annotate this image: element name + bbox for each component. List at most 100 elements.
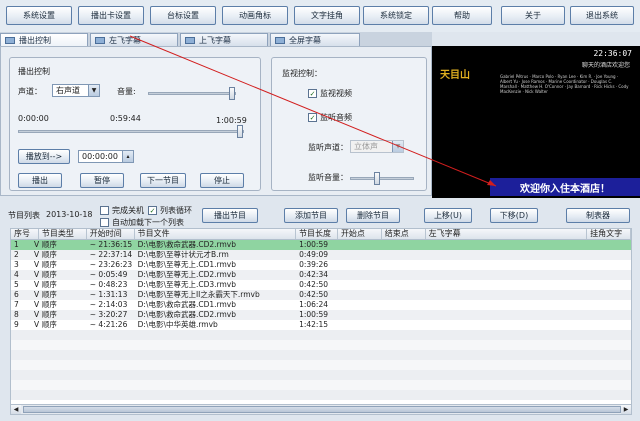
col-start-time[interactable]: 开始时间 [87,229,135,239]
table-row[interactable] [11,350,631,360]
table-cell: 顺序 [41,280,57,289]
checkmark-icon: ✓ [308,89,317,98]
play-button[interactable]: 播出 [18,173,62,188]
col-start-point[interactable]: 开始点 [338,229,382,239]
table-cell [426,310,587,320]
volume-thumb[interactable] [229,87,235,100]
table-row[interactable]: 6 V 顺序 ~ 1:31:13 D:\电影\至尊无上II之永霸天下.rmvb 0:42:… [11,290,631,300]
card-settings-button[interactable]: 播出卡设置 [78,6,144,25]
progress-slider[interactable] [18,130,244,133]
animated-corner-button[interactable]: 动画角标 [222,6,288,25]
scroll-right-icon[interactable]: ▶ [621,405,631,414]
tab-playback-control[interactable]: 播出控制 [0,33,88,46]
col-end-point[interactable]: 结束点 [382,229,426,239]
channel-label: 声道： [18,87,42,96]
table-cell [426,270,587,280]
table-row[interactable]: 4 V 顺序 ~ 0:05:49 D:\电影\至尊无上.CD2.rmvb 0:42:34 [11,270,631,280]
preview-welcome-banner: 欢迎你入住本酒店！ [490,178,640,196]
checkmark-icon: ✓ [308,113,317,122]
broadcast-program-button[interactable]: 播出节目 [202,208,258,223]
table-cell [587,290,631,300]
add-program-button[interactable]: 添加节目 [284,208,338,223]
table-row[interactable] [11,390,631,400]
exit-button[interactable]: 退出系统 [570,6,634,25]
table-cell [382,240,426,250]
col-file[interactable]: 节目文件 [135,229,297,239]
col-corner-text[interactable]: 挂角文字 [587,229,631,239]
table-row[interactable] [11,380,631,390]
autoload-next-list-checkbox[interactable]: 自动加载下一个列表 [100,217,184,228]
table-row[interactable]: 8 V 顺序 ~ 3:20:27 D:\电影\救命武器.CD2.rmvb 1:00:59 [11,310,631,320]
table-row[interactable] [11,360,631,370]
table-row[interactable]: 7 V 顺序 ~ 2:14:03 D:\电影\救命武器.CD1.rmvb 1:06:24 [11,300,631,310]
table-cell: V [33,250,39,259]
table-cell: 0:49:09 [299,250,328,259]
monitor-volume-thumb[interactable] [374,172,380,185]
progress-thumb[interactable] [237,125,243,138]
table-cell: D:\电影\至尊无上.CD1.rmvb [137,260,236,269]
move-down-button[interactable]: 下移(D) [490,208,538,223]
program-list-label: 节目列表 [8,211,40,220]
monitor-volume-slider[interactable] [350,177,414,180]
col-index[interactable]: 序号 [11,229,39,239]
table-cell [338,240,382,250]
help-button[interactable]: 帮助 [432,6,492,25]
table-cell [587,300,631,310]
play-at-time-input[interactable]: 00:00:00 ▴ [78,150,134,163]
program-list-header: 序号 节目类型 开始时间 节目文件 节目长度 开始点 结束点 左飞字幕 挂角文字 [10,228,632,240]
col-left-subtitle[interactable]: 左飞字幕 [426,229,588,239]
pause-button[interactable]: 暂停 [80,173,124,188]
table-cell [338,270,382,280]
volume-slider[interactable] [148,92,236,95]
table-row[interactable]: 5 V 顺序 ~ 0:48:23 D:\电影\至尊无上.CD3.rmvb 0:42:50 [11,280,631,290]
stop-button[interactable]: 停止 [200,173,244,188]
monitor-video-checkbox[interactable]: ✓ 监视视频 [308,88,352,99]
table-cell: V [33,240,39,249]
table-row[interactable] [11,370,631,380]
table-row[interactable]: 9 V 顺序 ~ 4:21:26 D:\电影\中华英雄.rmvb 1:42:15 [11,320,631,330]
table-cell: V [33,260,39,269]
table-cell: 顺序 [41,310,57,319]
system-lock-button[interactable]: 系统锁定 [363,6,429,25]
monitor-audio-checkbox[interactable]: ✓ 监听音频 [308,112,352,123]
logo-settings-button[interactable]: 台标设置 [150,6,216,25]
tab-fullscreen-subtitle[interactable]: 全屏字幕 [270,33,360,46]
play-at-button[interactable]: 播放到--> [18,149,70,164]
table-cell: 顺序 [41,300,57,309]
monitor-channel-select[interactable]: 立体声 ▼ [350,140,404,153]
table-cell: 6 [14,290,19,299]
table-row[interactable]: 1 V 顺序 ~ 21:36:15 D:\电影\救命武器.CD2.rmvb 1:00:59 [11,240,631,250]
scroll-left-icon[interactable]: ◀ [11,405,21,414]
tab-up-scroll-subtitle[interactable]: 上飞字幕 [180,33,268,46]
system-settings-button[interactable]: 系统设置 [6,6,72,25]
table-cell [426,250,587,260]
table-cell: 0:42:50 [299,290,328,299]
table-cell: D:\电影\至尊无上II之永霸天下.rmvb [137,290,260,299]
channel-select[interactable]: 右声道 ▼ [52,84,100,97]
main-toolbar: 系统设置 播出卡设置 台标设置 动画角标 文字挂角 系统锁定 帮助 关于 退出系… [0,0,640,32]
tab-left-scroll-subtitle[interactable]: 左飞字幕 [90,33,178,46]
table-row[interactable] [11,330,631,340]
next-program-button[interactable]: 下一节目 [140,173,186,188]
checkmark-icon: ✓ [148,206,157,215]
table-cell [338,290,382,300]
table-cell: 7 [14,300,19,309]
spinner-icon: ▴ [122,151,133,162]
col-length[interactable]: 节目长度 [296,229,338,239]
corner-text-button[interactable]: 文字挂角 [294,6,360,25]
move-up-button[interactable]: 上移(U) [424,208,472,223]
table-row[interactable] [11,340,631,350]
table-row[interactable]: 2 V 顺序 ~ 22:37:14 D:\电影\至尊计状元才B.rm 0:49:09 [11,250,631,260]
loop-list-checkbox[interactable]: ✓ 列表循环 [148,205,192,216]
table-row[interactable]: 3 V 顺序 ~ 23:26:23 D:\电影\至尊无上.CD1.rmvb 0:39:26 [11,260,631,270]
about-button[interactable]: 关于 [501,6,565,25]
delete-program-button[interactable]: 删除节目 [346,208,400,223]
horizontal-scrollbar[interactable]: ◀ ▶ [10,404,632,415]
scroll-thumb[interactable] [23,406,621,413]
monitor-volume-label: 监听音量： [308,173,348,182]
shutdown-on-finish-checkbox[interactable]: 完成关机 [100,205,144,216]
preview-subtitle: 聊天的酒店欢迎您 [581,62,630,69]
col-type[interactable]: 节目类型 [39,229,87,239]
table-cell [338,250,382,260]
tab-maker-button[interactable]: 制表器 [566,208,630,223]
